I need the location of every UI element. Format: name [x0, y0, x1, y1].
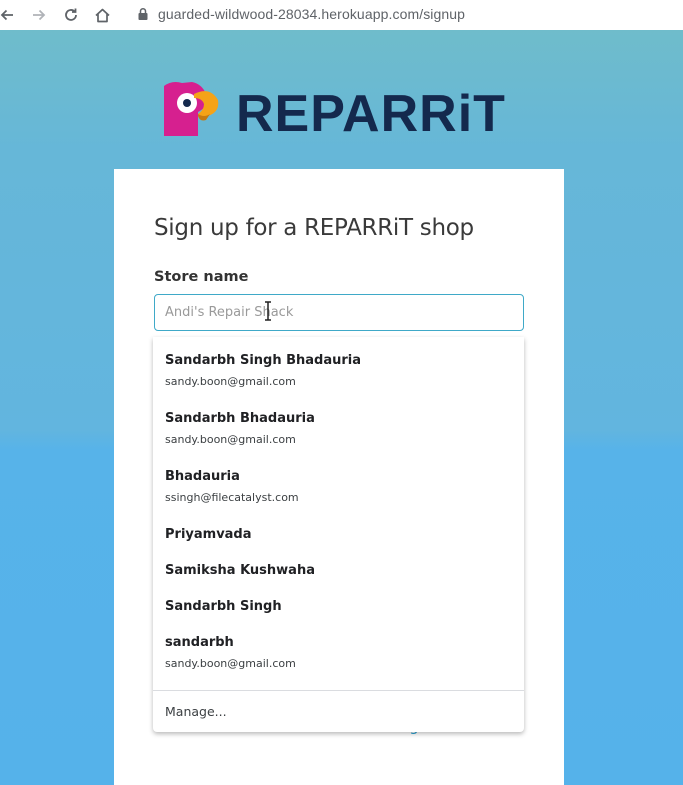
autofill-suggestion[interactable]: Samiksha Kushwaha [153, 563, 524, 578]
forward-arrow-icon[interactable] [28, 4, 50, 26]
autofill-suggestion[interactable]: sandarbh sandy.boon@gmail.com [153, 635, 524, 670]
lock-icon[interactable] [137, 7, 149, 26]
manage-autofill-button[interactable]: Manage... [165, 704, 227, 719]
back-arrow-icon[interactable] [0, 4, 18, 26]
reparrit-logo [158, 80, 220, 140]
address-bar[interactable]: guarded-wildwood-28034.herokuapp.com/sig… [158, 6, 465, 22]
store-name-label: Store name [154, 269, 249, 285]
dropdown-divider [153, 690, 524, 691]
suggestion-name: Bhadauria [165, 469, 240, 484]
suggestion-email: ssingh@filecatalyst.com [165, 491, 299, 504]
autofill-suggestion[interactable]: Sandarbh Singh [153, 599, 524, 614]
autofill-suggestion[interactable]: Sandarbh Singh Bhadauria sandy.boon@gmai… [153, 353, 524, 388]
suggestion-email: sandy.boon@gmail.com [165, 433, 296, 446]
suggestion-name: Sandarbh Singh Bhadauria [165, 353, 362, 368]
page-title: Sign up for a REPARRiT shop [154, 215, 474, 241]
suggestion-name: Sandarbh Bhadauria [165, 411, 315, 426]
browser-toolbar: guarded-wildwood-28034.herokuapp.com/sig… [0, 0, 683, 30]
suggestion-name: Samiksha Kushwaha [165, 563, 315, 578]
suggestion-email: sandy.boon@gmail.com [165, 375, 296, 388]
store-name-input[interactable] [154, 294, 524, 331]
autofill-suggestion[interactable]: Sandarbh Bhadauria sandy.boon@gmail.com [153, 411, 524, 446]
autofill-suggestion[interactable]: Priyamvada [153, 527, 524, 542]
suggestion-name: Sandarbh Singh [165, 599, 282, 614]
autofill-dropdown: Sandarbh Singh Bhadauria sandy.boon@gmai… [153, 337, 524, 732]
suggestion-name: Priyamvada [165, 527, 252, 542]
text-cursor-icon [265, 301, 271, 321]
parrot-icon [164, 82, 219, 136]
suggestion-email: sandy.boon@gmail.com [165, 657, 296, 670]
home-icon[interactable] [91, 4, 113, 26]
brand-wordmark: REPARRiT [236, 85, 506, 143]
autofill-suggestion[interactable]: Bhadauria ssingh@filecatalyst.com [153, 469, 524, 504]
reload-icon[interactable] [60, 4, 82, 26]
suggestion-name: sandarbh [165, 635, 234, 650]
